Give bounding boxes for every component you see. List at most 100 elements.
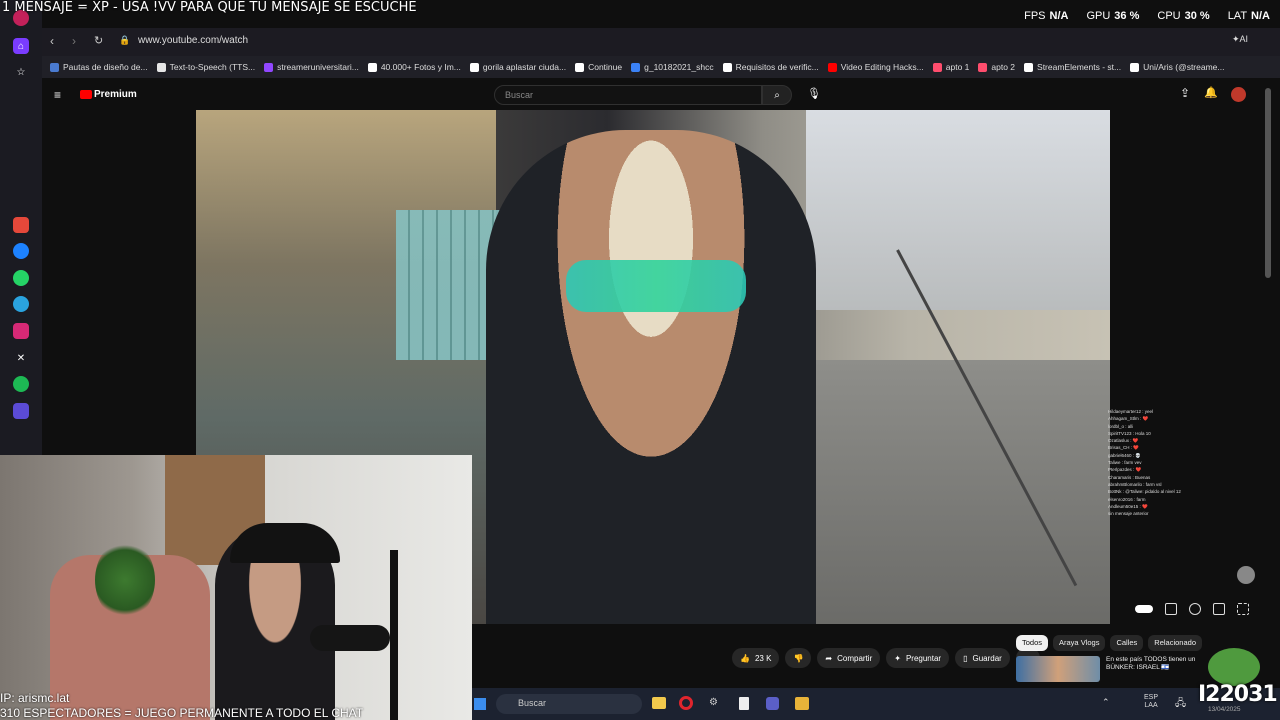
chat-message: Charamaris : Buenas [1108, 474, 1151, 480]
telegram-icon[interactable] [13, 296, 29, 312]
home-icon[interactable]: ⌂ [13, 38, 29, 54]
thumbs-up-icon: 👍 [740, 653, 750, 663]
screen: ⌂ ☆ ✕ ‹ › ↻ 🔒 ✦AI www.youtube.com/watch … [0, 0, 1280, 720]
video-presenter [486, 130, 816, 624]
mic-icon[interactable]: 🎙 [807, 87, 821, 100]
spotify-icon[interactable] [13, 376, 29, 392]
ask-button[interactable]: ✦ Preguntar [886, 648, 950, 668]
instagram-icon[interactable] [13, 323, 29, 339]
youtube-logo-text[interactable]: Premium [94, 89, 137, 100]
recommended-video[interactable]: En este país TODOS tienen un BÚNKER: ISR… [1016, 656, 1206, 682]
back-icon[interactable]: ‹ [50, 34, 54, 48]
bookmark-item[interactable]: StreamElements - st... [1024, 62, 1121, 72]
app-icon[interactable]: ⚙ [709, 697, 718, 708]
chip-3[interactable]: Relacionado [1148, 635, 1202, 651]
x-icon[interactable]: ✕ [13, 350, 29, 366]
search-input[interactable]: Buscar [494, 85, 762, 105]
chat-message: lordbl_o : alli [1108, 423, 1134, 429]
network-icon[interactable]: 🖧 [1175, 696, 1186, 713]
chat-message: SpiritTV123 : Hola 10 [1108, 430, 1151, 436]
share-button[interactable]: ➦ Compartir [817, 648, 881, 668]
fullscreen-icon[interactable] [1237, 603, 1249, 615]
bookmark-favicon-icon [978, 62, 988, 72]
webcam-mic-arm [390, 550, 398, 720]
reload-icon[interactable]: ↻ [94, 34, 103, 47]
file-explorer-icon[interactable] [652, 697, 666, 709]
forward-icon[interactable]: › [72, 34, 76, 48]
like-count: 23 K [754, 653, 772, 663]
subtitles-icon[interactable] [1165, 603, 1177, 615]
bookmark-favicon-icon [932, 62, 942, 72]
aria-button[interactable]: ✦AI [1232, 34, 1248, 45]
fps-label: FPS [1024, 10, 1046, 22]
like-button[interactable]: 👍 23 K [732, 648, 780, 668]
twitch-icon[interactable] [13, 403, 29, 419]
chip-1[interactable]: Araya Vlogs [1053, 635, 1106, 651]
recommendation-chips: Todos Araya Vlogs Calles Relacionado [1016, 635, 1202, 651]
bookmark-item[interactable]: 40.000+ Fotos y Im... [367, 62, 461, 72]
floating-orb-icon[interactable] [1237, 566, 1255, 584]
star-icon[interactable]: ☆ [13, 64, 29, 80]
performance-stats: FPS N/A GPU 36 % CPU 30 % LAT N/A [1024, 10, 1270, 22]
bookmark-item[interactable]: Continue [575, 62, 622, 72]
bookmark-favicon-icon [1024, 62, 1034, 72]
document-icon[interactable] [739, 697, 749, 710]
notifications-icon[interactable]: 🔔 [1204, 86, 1218, 99]
whatsapp-icon[interactable] [13, 270, 29, 286]
bookmark-item[interactable]: Requisitos de verific... [722, 62, 819, 72]
taskbar-search[interactable]: Buscar [496, 694, 642, 714]
bookmark-item[interactable]: Text-to-Speech (TTS... [156, 62, 255, 72]
bookmark-label: g_10182021_shcc [644, 62, 714, 72]
create-icon[interactable]: ⇪ [1180, 86, 1190, 100]
recommended-thumbnail[interactable] [1016, 656, 1100, 682]
store-icon[interactable] [795, 697, 809, 710]
webcam-cap [230, 523, 340, 563]
bookmark-item[interactable]: Uni/Aris (@streame... [1130, 62, 1225, 72]
teams-icon[interactable] [766, 697, 779, 710]
chip-0[interactable]: Todos [1016, 635, 1049, 651]
opera-taskbar-icon[interactable] [679, 696, 693, 710]
server-ip-overlay: IP: arismc.lat [0, 691, 70, 705]
fps-value: N/A [1049, 10, 1069, 22]
bookmark-item[interactable]: Pautas de diseño de... [50, 62, 148, 72]
chat-message: gabriel6460 : 💀 [1108, 452, 1141, 458]
bookmark-label: apto 1 [945, 62, 970, 72]
bookmark-item[interactable]: gorila aplastar ciuda... [469, 62, 566, 72]
messenger-icon[interactable] [13, 243, 29, 259]
save-button[interactable]: ▯ Guardar [955, 648, 1010, 668]
bookmark-favicon-icon [827, 62, 837, 72]
bookmark-favicon-icon [367, 62, 377, 72]
windows-start-icon[interactable] [474, 698, 486, 710]
bookmark-item[interactable]: g_10182021_shcc [631, 62, 714, 72]
miniplayer-icon[interactable] [1213, 603, 1225, 615]
video-actions: 👍23 K 👎 ➦Compartir ✦Preguntar ▯Guardar ·… [732, 648, 1040, 668]
search-button[interactable]: ⌕ [762, 85, 792, 105]
youtube-logo-icon[interactable] [80, 90, 92, 99]
input-language[interactable]: ESP LAA [1144, 694, 1158, 710]
stream-counter: I22031 [1198, 682, 1278, 707]
chat-message: elsenro2016 : farm [1108, 496, 1146, 502]
thumbs-down-icon: 👎 [793, 653, 804, 663]
bookmark-item[interactable]: streameruniversitari... [264, 62, 359, 72]
chat-message: Ozatlaslux : ❤️ [1108, 438, 1139, 444]
url-field[interactable]: www.youtube.com/watch [138, 35, 248, 46]
stream-top-banner: 1 MENSAJE = XP - USA !VV PARA QUE TU MEN… [2, 0, 417, 15]
chip-2[interactable]: Calles [1110, 635, 1144, 651]
tray-chevron-icon[interactable]: ⌃ [1102, 697, 1110, 708]
autoplay-toggle[interactable] [1135, 605, 1153, 613]
page-scrollbar[interactable] [1265, 88, 1271, 278]
menu-icon[interactable]: ≡ [54, 88, 61, 102]
recommended-title[interactable]: En este país TODOS tienen un BÚNKER: ISR… [1106, 656, 1206, 682]
dislike-button[interactable]: 👎 [785, 648, 812, 668]
bookmark-item[interactable]: apto 2 [978, 62, 1015, 72]
chat-message: Andleum50e15 : ❤️ [1108, 503, 1148, 509]
lat-label: LAT [1227, 10, 1248, 22]
gmail-icon[interactable] [13, 217, 29, 233]
lat-value: N/A [1251, 10, 1270, 22]
bookmark-item[interactable]: Video Editing Hacks... [827, 62, 924, 72]
chat-message: abrahmBlomarilo : farm vsl [1108, 481, 1162, 487]
settings-icon[interactable] [1189, 603, 1201, 615]
avatar[interactable] [1231, 87, 1246, 102]
bookmark-item[interactable]: apto 1 [932, 62, 970, 72]
viewers-goal-overlay: 310 ESPECTADORES = JUEGO PERMANENTE A TO… [0, 706, 364, 720]
